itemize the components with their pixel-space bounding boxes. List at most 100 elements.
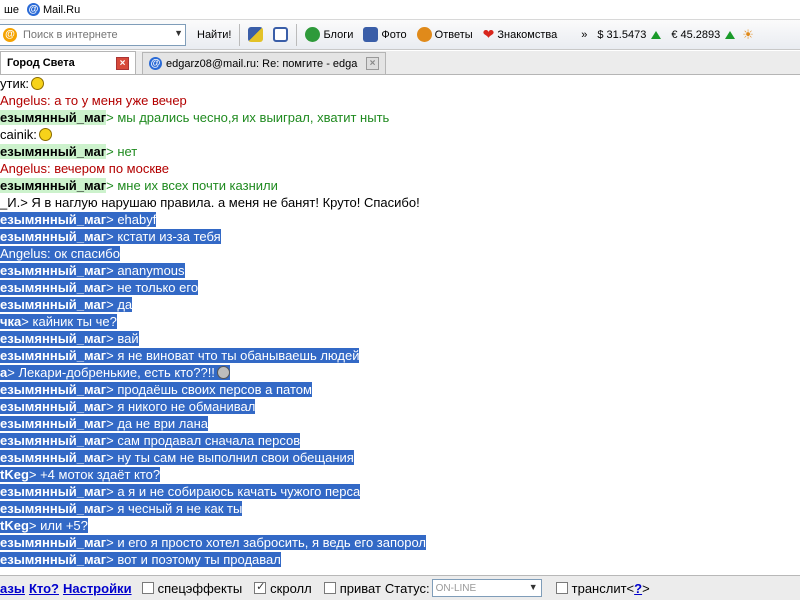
chat-message: > да [106, 297, 133, 312]
chat-line: езымянный_маг> ну ты сам не выполнил сво… [0, 449, 800, 466]
chat-nick[interactable]: езымянный_маг [0, 399, 106, 414]
find-button[interactable]: Найти! [192, 23, 236, 47]
chat-message: > ну ты сам не выполнил свои обещания [106, 450, 354, 465]
blogs-label: Блоги [323, 28, 354, 41]
tab-mail[interactable]: @ edgarz08@mail.ru: Re: помгите - edga..… [142, 52, 386, 74]
weather-button[interactable]: ☀ [740, 23, 759, 47]
translit-checkbox[interactable] [555, 582, 568, 594]
chat-nick[interactable]: езымянный_маг [0, 280, 106, 295]
chat-nick[interactable]: чка [0, 314, 21, 329]
chat-message: > да не ври лана [106, 416, 209, 431]
chat-nick[interactable]: езымянный_маг [0, 382, 106, 397]
page-search-icon [273, 27, 289, 42]
chat-nick[interactable]: езымянный_маг [0, 144, 107, 159]
chat-nick[interactable]: езымянный_маг [0, 229, 106, 244]
chat-nick[interactable]: езымянный_маг [0, 348, 106, 363]
status-label: Статус: [384, 580, 430, 596]
blogs-icon [305, 27, 321, 42]
search-engine-selector[interactable]: @ [0, 25, 23, 45]
chat-nick[interactable]: езымянный_маг [0, 178, 107, 193]
chat-message: > я никого не обманивал [106, 399, 256, 414]
answers-button[interactable]: Ответы [412, 23, 478, 47]
chat-message: > +4 моток здаёт кто? [28, 467, 161, 482]
chat-line: езымянный_маг> ehabyf [0, 211, 800, 228]
translit-help-link[interactable]: ? [634, 581, 642, 596]
chat-line: езымянный_маг> сам продавал сначала перс… [0, 432, 800, 449]
blogs-button[interactable]: Блоги [300, 23, 358, 47]
mail-ru-link[interactable]: @ Mail.Ru [23, 3, 84, 16]
chat-message: Angelus: ок спасибо [0, 246, 120, 261]
chat-line: езымянный_маг> ananymous [0, 262, 800, 279]
tab-label: Город Света [7, 57, 75, 69]
search-box: @ ▼ [0, 23, 186, 46]
chat-message: > не только его [106, 280, 199, 295]
chat-line: cainik: [0, 126, 800, 143]
chat-message: > или +5? [28, 518, 88, 533]
private-label: приват [339, 580, 381, 596]
top-menu-bar: ше @ Mail.Ru [0, 0, 800, 20]
chat-line: езымянный_маг> я чесный я не как ты [0, 500, 800, 517]
chat-nick[interactable]: езымянный_маг [0, 484, 106, 499]
usd-rate[interactable]: $ 31.5473 [592, 23, 666, 47]
close-tab-icon[interactable]: × [116, 56, 129, 70]
chat-nick[interactable]: езымянный_маг [0, 433, 106, 448]
toolbar-divider [296, 23, 298, 46]
scroll-checkbox[interactable] [254, 580, 267, 594]
chat-line: _И.> Я в наглую нарушаю правила. а меня … [0, 194, 800, 211]
chat-message: > я чесный я не как ты [106, 501, 243, 516]
chat-nick[interactable]: езымянный_маг [0, 552, 106, 567]
private-checkbox[interactable] [323, 582, 336, 594]
search-input[interactable] [23, 25, 161, 44]
photo-button[interactable]: Фото [358, 23, 411, 47]
search-dropdown-icon[interactable]: ▼ [174, 28, 183, 38]
find-on-page-button[interactable] [268, 23, 293, 47]
bases-link[interactable]: азы [0, 581, 25, 596]
chat-line: езымянный_маг> продаёшь своих персов а п… [0, 381, 800, 398]
more-chevron-button[interactable]: » [576, 23, 592, 47]
chat-nick[interactable]: езымянный_маг [0, 331, 106, 346]
effects-checkbox[interactable] [141, 582, 154, 594]
smiley-icon [38, 128, 52, 141]
chat-nick[interactable]: езымянный_маг [0, 416, 106, 431]
highlight-button[interactable] [243, 23, 268, 47]
chat-nick[interactable]: tKeg [0, 467, 29, 482]
who-link[interactable]: Кто? [29, 581, 59, 596]
chat-nick[interactable]: езымянный_маг [0, 263, 106, 278]
chat-line: езымянный_маг> мы дрались чесно,я их выи… [0, 109, 800, 126]
chat-log[interactable]: утик: Angelus: а то у меня уже вечер езымя… [0, 75, 800, 575]
smiley-icon [216, 366, 230, 379]
pen-icon [248, 27, 264, 42]
tab-city-of-light[interactable]: Город Света × [0, 51, 136, 74]
chat-line: езымянный_маг> да [0, 296, 800, 313]
chat-line: езымянный_маг> кстати из-за тебя [0, 228, 800, 245]
chat-nick[interactable]: _И. [0, 195, 20, 210]
chat-message: > вот и поэтому ты продавал [106, 552, 281, 567]
chat-line: а> Лекари-добренькие, есть кто??!! [0, 364, 800, 381]
chat-nick[interactable]: езымянный_маг [0, 297, 106, 312]
chat-message: > Я в наглую нарушаю правила. а меня не … [20, 195, 420, 210]
effects-label: спецэффекты [157, 580, 243, 596]
mail-ru-label: Mail.Ru [42, 3, 81, 16]
toolbar-divider [239, 23, 241, 46]
chat-nick[interactable]: утик: [0, 76, 29, 91]
chat-nick[interactable]: cainik: [0, 127, 37, 142]
chat-nick[interactable]: езымянный_маг [0, 110, 107, 125]
dating-label: Знакомства [497, 28, 558, 41]
chat-nick[interactable]: езымянный_маг [0, 212, 106, 227]
status-select[interactable]: ON-LINE ▼ [431, 579, 542, 597]
chat-line: Angelus: ок спасибо [0, 245, 800, 262]
settings-link[interactable]: Настройки [63, 581, 132, 596]
up-arrow-icon [725, 30, 736, 39]
chat-message: Angelus: а то у меня уже вечер [0, 93, 187, 108]
chat-controls-bar: азы Кто? Настройки спецэффекты скролл пр… [0, 575, 800, 600]
chat-nick[interactable]: tKeg [0, 518, 29, 533]
chat-line: езымянный_маг> я никого не обманивал [0, 398, 800, 415]
chat-message: > кстати из-за тебя [106, 229, 221, 244]
chat-nick[interactable]: езымянный_маг [0, 535, 106, 550]
eur-rate[interactable]: € 45.2893 [666, 23, 740, 47]
chat-nick[interactable]: езымянный_маг [0, 501, 106, 516]
dating-button[interactable]: ❤ Знакомства [478, 23, 563, 47]
menu-fragment[interactable]: ше [0, 4, 23, 16]
close-tab-icon[interactable]: × [366, 57, 379, 70]
chat-nick[interactable]: езымянный_маг [0, 450, 106, 465]
